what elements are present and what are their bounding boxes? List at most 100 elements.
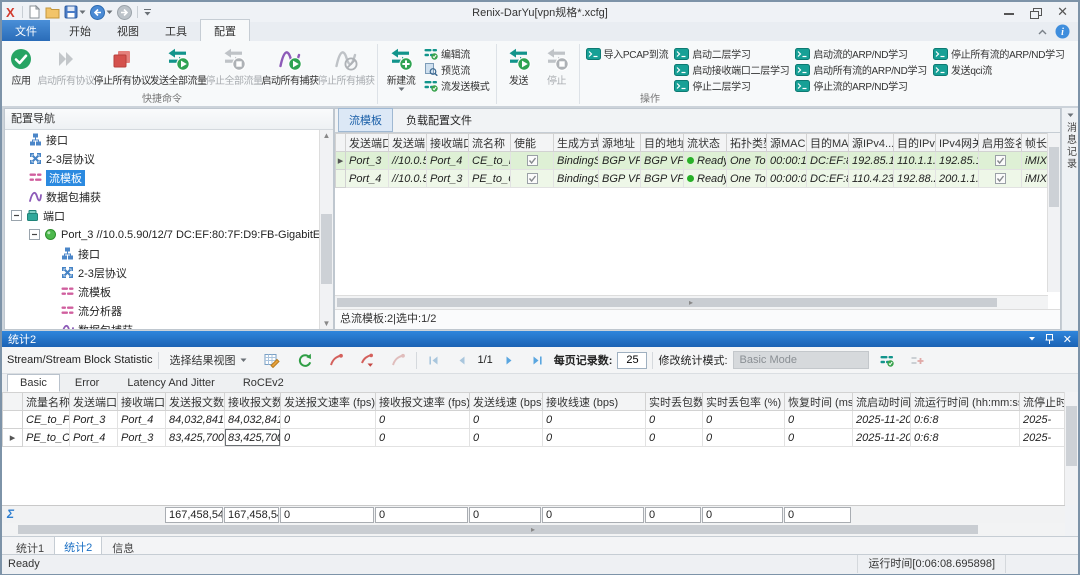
column-header[interactable]: 接收报文数 [225,393,281,411]
table-cell[interactable] [511,152,554,170]
tree-item[interactable]: 数据包捕获 [5,187,320,206]
table-cell[interactable]: 84,032,841 [225,411,281,429]
message-log-side-tab[interactable]: 消息记录 [1062,111,1078,170]
column-header[interactable]: 接收线速 (bps) [543,393,646,411]
add-view-button[interactable] [905,352,930,369]
panel-close-icon[interactable]: ✕ [1063,333,1072,346]
scroll-right-icon[interactable]: ▸ [335,298,1047,307]
tree-item[interactable]: 2-3层协议 [5,149,320,168]
tab-config[interactable]: 配置 [200,19,250,41]
table-cell[interactable]: //10.0.5... [389,152,427,170]
column-header[interactable]: 流名称 [469,134,511,152]
table-cell[interactable]: Ready [684,152,727,170]
stats-vertical-scrollbar[interactable] [1064,392,1078,505]
table-cell[interactable]: BindingS... [554,152,599,170]
back-button[interactable] [90,5,113,20]
tree-item[interactable]: 接口 [5,130,320,149]
table-row[interactable]: Port_4//10.0.5...Port_3PE_to_CEBindingS.… [336,170,1049,188]
table-cell[interactable]: 0 [543,411,646,429]
table-cell[interactable] [979,170,1022,188]
tab-view[interactable]: 视图 [104,20,152,41]
stop-button[interactable]: 停止 [538,43,576,93]
scrollbar-thumb[interactable] [321,214,332,284]
start-stream-arp-nd-button[interactable]: 启动流的ARP/ND学习 [792,46,930,61]
preview-stream-button[interactable]: 预览流 [421,62,493,77]
column-header[interactable]: 接收端口 [427,134,469,152]
pin-icon[interactable] [1045,334,1054,345]
column-header[interactable]: 发送报文速率 (fps) [281,393,376,411]
first-page-button[interactable] [422,353,445,368]
table-cell[interactable]: 192.85.1.2 [849,152,894,170]
column-header[interactable]: 发送端口 [70,393,118,411]
table-cell[interactable]: Ready [684,170,727,188]
column-header[interactable]: 实时丢包数 [646,393,703,411]
table-cell[interactable]: BGP VP... [641,170,684,188]
table-cell[interactable]: 0 [646,411,703,429]
new-stream-button[interactable]: 新建流 [381,43,421,93]
start-all-protocols-button[interactable]: 启动所有协议 [38,43,94,93]
tab-latency-jitter[interactable]: Latency And Jitter [114,374,227,392]
table-cell[interactable]: 0 [543,429,646,447]
table-cell[interactable]: 2025-11-20 0... [853,411,911,429]
column-header[interactable]: 源MAC... [767,134,807,152]
column-header[interactable]: 拓扑类型 [727,134,767,152]
table-cell[interactable]: 2025-11-20 0... [853,429,911,447]
stream-send-mode-button[interactable]: 流发送模式 [421,78,493,93]
column-header[interactable]: 源地址 [599,134,641,152]
table-cell[interactable]: 84,032,841 [166,411,225,429]
table-cell[interactable]: 192.85.1.1 [936,152,979,170]
table-cell[interactable]: 0:6:8 [911,411,1020,429]
clear-all-statistics-button[interactable] [354,351,380,369]
scrollbar-thumb[interactable] [1066,406,1077,466]
table-cell[interactable]: Port_4 [427,152,469,170]
statistic-mode-field[interactable]: Basic Mode [733,351,869,369]
stream-mode-button[interactable] [874,352,900,369]
table-cell[interactable]: DC:EF:8... [807,170,849,188]
tab-basic[interactable]: Basic [7,374,60,392]
new-file-button[interactable] [28,5,41,19]
column-header[interactable]: 接收端口 [118,393,166,411]
table-cell[interactable]: DC:EF:8... [807,152,849,170]
table-cell[interactable]: 0 [703,411,785,429]
tab-start[interactable]: 开始 [56,20,104,41]
help-info-icon[interactable]: i [1055,24,1070,39]
table-cell[interactable]: BGP VP... [599,170,641,188]
table-cell[interactable]: 110.1.1.1 [894,152,936,170]
column-header[interactable]: 目的MA... [807,134,849,152]
table-cell[interactable]: Port_4 [70,429,118,447]
edit-columns-button[interactable] [258,350,286,370]
table-cell[interactable]: 0 [281,411,376,429]
table-cell[interactable]: Port_3 [118,429,166,447]
column-header[interactable]: 流量名称 [23,393,70,411]
select-result-view-button[interactable]: 选择结果视图 [164,350,253,370]
column-header[interactable]: 帧长类型 [1022,134,1049,152]
send-qci-stream-button[interactable]: 发送qci流 [930,62,1068,77]
tree-vertical-scrollbar[interactable]: ▲ ▼ [319,130,333,329]
stop-all-traffic-button[interactable]: 停止全部流量 [206,43,262,93]
apply-button[interactable]: 应用 [4,43,38,93]
table-cell[interactable]: 83,425,700 [166,429,225,447]
table-cell[interactable] [511,170,554,188]
table-cell[interactable]: Port_3 [427,170,469,188]
tree-item[interactable]: 端口 [5,206,320,225]
table-cell[interactable]: 0:6:8 [911,429,1020,447]
table-cell[interactable]: 2025- [1020,411,1066,429]
column-header[interactable]: 流停止时间 [1020,393,1066,411]
clear-page-button[interactable] [385,351,411,369]
tab-load-profile[interactable]: 负载配置文件 [395,108,483,132]
stream-vertical-scrollbar[interactable] [1047,133,1060,292]
table-cell[interactable]: CE_to_PE [23,411,70,429]
tree-item[interactable]: Port_3 //10.0.5.90/12/7 DC:EF:80:7F:D9:F… [5,225,320,244]
column-header[interactable]: 目的IPv... [894,134,936,152]
stop-all-capture-button[interactable]: 停止所有捕获 [318,43,374,93]
close-button[interactable]: ✕ [1057,7,1068,17]
clear-statistics-button[interactable] [323,351,349,369]
column-header[interactable]: 流状态 [684,134,727,152]
column-header[interactable]: 发送报文数 [166,393,225,411]
forward-button[interactable] [117,5,132,20]
stop-stream-arp-nd-button[interactable]: 停止流的ARP/ND学习 [792,78,930,93]
table-cell[interactable]: 00:00:12... [767,152,807,170]
table-cell[interactable]: 0 [281,429,376,447]
per-page-input[interactable] [617,352,647,369]
tree-expander-icon[interactable] [11,210,22,221]
